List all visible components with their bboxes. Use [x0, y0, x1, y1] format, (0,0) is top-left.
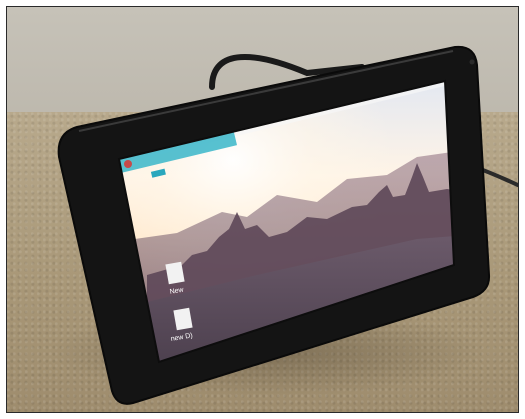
desktop-icon-new-d	[173, 307, 193, 331]
menu-icon	[124, 160, 132, 168]
camera-dot	[469, 59, 475, 65]
desktop-icon-new	[165, 261, 185, 285]
photo-frame: New new D)	[6, 6, 519, 413]
photo-scene: New new D)	[57, 45, 518, 405]
